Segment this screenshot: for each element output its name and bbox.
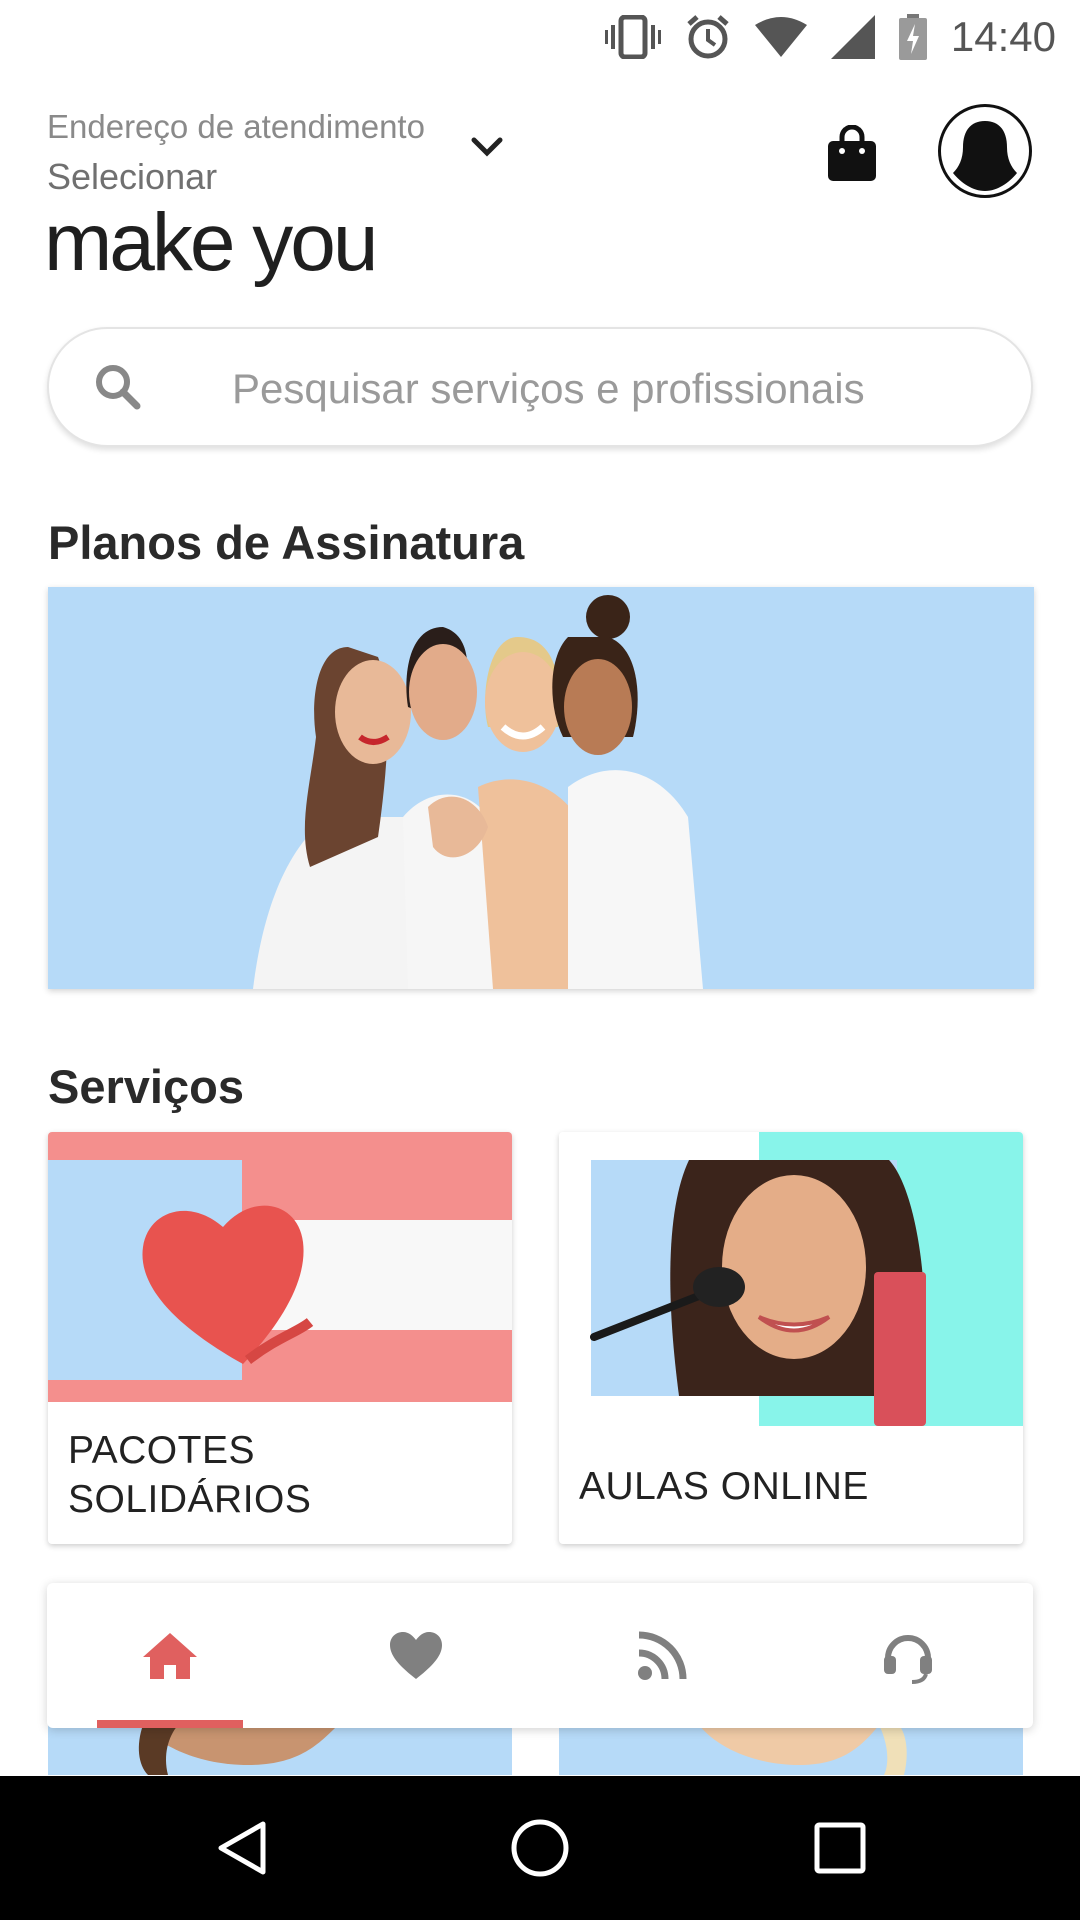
search-icon [96,365,141,410]
address-selector[interactable]: Selecionar [47,156,217,198]
app-logo: make you [44,197,379,288]
home-button-icon[interactable] [510,1818,570,1878]
shopping-bag-icon[interactable] [826,125,878,181]
card-image-partial [138,1725,338,1775]
service-card-partial-left[interactable] [48,1725,512,1775]
nav-favorites[interactable] [293,1583,539,1728]
makeup-brush-woman-image [559,1132,1023,1426]
battery-icon [898,14,927,60]
vibrate-icon [604,15,661,59]
heart-icon [390,1631,442,1679]
card-label-line1: AULAS ONLINE [579,1465,869,1508]
nav-home[interactable] [47,1583,293,1728]
bottom-navigation [47,1583,1033,1728]
card-label-line1: PACOTES [68,1429,255,1472]
signal-icon [830,15,875,59]
system-navigation-bar [0,1776,1080,1920]
search-input[interactable] [230,358,994,420]
women-group-photo [253,595,703,989]
feed-icon [638,1631,687,1680]
service-card-pacotes-solidarios[interactable]: PACOTES SOLIDÁRIOS [48,1132,512,1544]
service-card-aulas-online[interactable]: AULAS ONLINE [559,1132,1023,1544]
status-bar: 14:40 [0,0,1080,75]
plans-section-title: Planos de Assinatura [48,516,525,569]
services-section-title: Serviços [48,1060,244,1113]
nav-active-indicator [97,1720,243,1728]
card-image-partial [699,1725,907,1775]
subscription-plans-banner[interactable] [48,587,1034,989]
user-silhouette-icon [953,121,1017,191]
card-label-line2: SOLIDÁRIOS [68,1478,312,1521]
service-card-partial-right[interactable] [559,1725,1023,1775]
recents-icon[interactable] [814,1822,866,1874]
wifi-icon [754,17,807,57]
chevron-down-icon[interactable] [470,135,504,159]
status-time: 14:40 [950,13,1056,60]
nav-support[interactable] [785,1583,1031,1728]
status-icons: 14:40 [604,13,1056,60]
home-icon [143,1632,197,1679]
support-icon [884,1634,932,1684]
address-label: Endereço de atendimento [47,108,425,145]
heart-lipstick-image [48,1132,512,1402]
alarm-icon [687,15,729,59]
back-icon[interactable] [215,1820,267,1876]
nav-feed[interactable] [539,1583,785,1728]
avatar[interactable] [938,104,1032,198]
